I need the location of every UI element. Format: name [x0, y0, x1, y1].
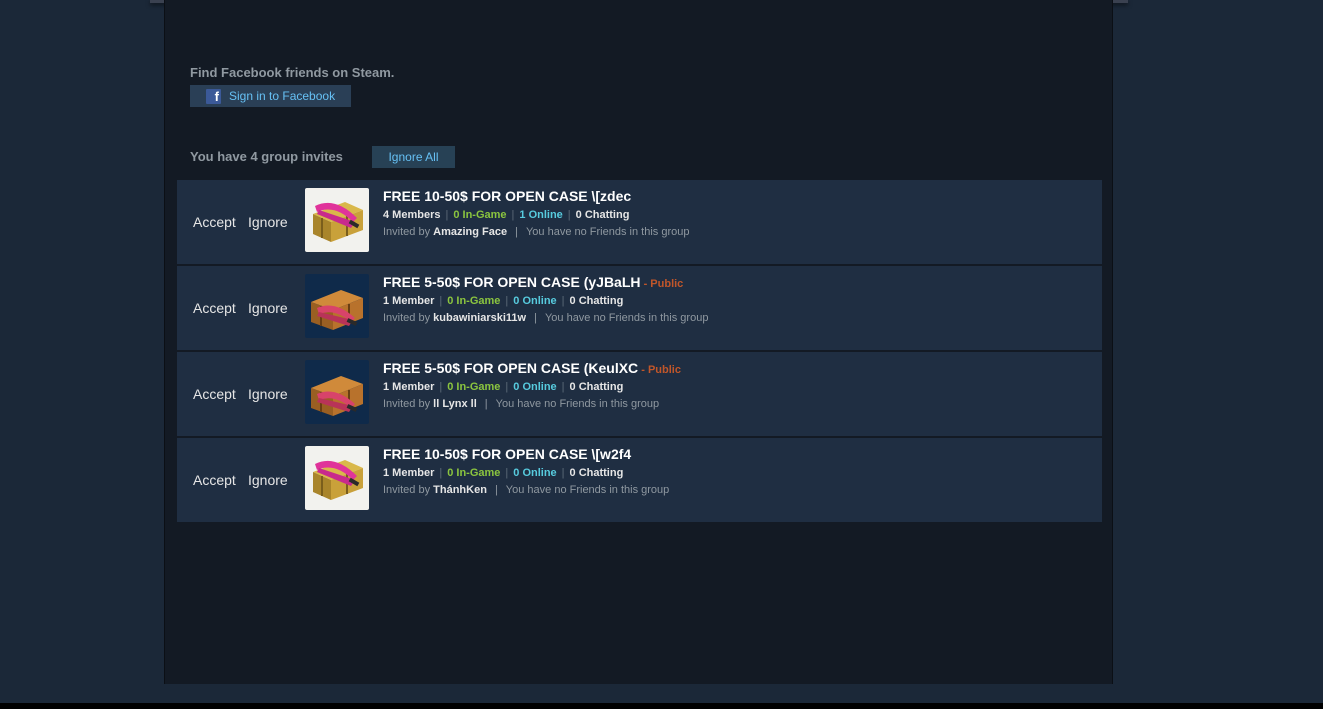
invite-row: Accept Ignore FREE 5-50$ FOR OPEN CASE (… [177, 266, 1102, 350]
group-stats: 1 Member | 0 In-Game | 0 Online | 0 Chatting [383, 381, 624, 393]
online-count: 1 Online [519, 209, 563, 221]
ignore-button[interactable]: Ignore [248, 386, 288, 402]
friends-note: You have no Friends in this group [544, 312, 709, 324]
inviter-name[interactable]: Amazing Face [433, 226, 507, 238]
accept-button[interactable]: Accept [193, 300, 236, 316]
group-avatar-case-icon[interactable] [305, 188, 369, 252]
inviter-name[interactable]: ll Lynx ll [433, 398, 477, 410]
online-count: 0 Online [513, 381, 557, 393]
group-stats: 1 Member | 0 In-Game | 0 Online | 0 Chatting [383, 295, 624, 307]
member-count: 1 Member [383, 381, 435, 393]
in-game-count: 0 In-Game [447, 295, 501, 307]
facebook-sign-in-label: Sign in to Facebook [229, 89, 336, 103]
online-count: 0 Online [513, 467, 557, 479]
group-name[interactable]: FREE 5-50$ FOR OPEN CASE (KeulXC - Publi… [383, 360, 681, 376]
group-name[interactable]: FREE 5-50$ FOR OPEN CASE (yJBaLH - Publi… [383, 274, 683, 290]
group-invites-title: You have 4 group invites [190, 149, 343, 164]
invited-by: Invited by kubawiniarski11w | You have no … [383, 312, 709, 324]
in-game-count: 0 In-Game [447, 467, 501, 479]
invite-row: Accept Ignore FREE 10-50$ FOR OPEN CASE … [177, 180, 1102, 264]
chatting-count: 0 Chatting [569, 295, 624, 307]
ignore-button[interactable]: Ignore [248, 472, 288, 488]
invited-by: Invited by Amazing Face | You have no Frie… [383, 226, 690, 238]
friends-note: You have no Friends in this group [495, 398, 660, 410]
ignore-all-button[interactable]: Ignore All [372, 146, 455, 168]
invite-row: Accept Ignore FREE 5-50$ FOR OPEN CASE (… [177, 352, 1102, 436]
facebook-section-title: Find Facebook friends on Steam. [190, 65, 395, 80]
accept-button[interactable]: Accept [193, 472, 236, 488]
invite-list: Accept Ignore FREE 10-50$ FOR OPEN CASE … [177, 180, 1102, 524]
main-panel: Find Facebook friends on Steam. f Sign i… [164, 0, 1113, 684]
facebook-sign-in-button[interactable]: f Sign in to Facebook [190, 85, 351, 107]
group-name[interactable]: FREE 10-50$ FOR OPEN CASE \[zdec [383, 188, 631, 204]
friends-note: You have no Friends in this group [505, 484, 670, 496]
facebook-icon: f [206, 88, 221, 104]
footer-bar [0, 703, 1323, 709]
ignore-button[interactable]: Ignore [248, 300, 288, 316]
chatting-count: 0 Chatting [569, 467, 624, 479]
public-tag: - Public [640, 278, 684, 290]
chatting-count: 0 Chatting [575, 209, 630, 221]
ignore-button[interactable]: Ignore [248, 214, 288, 230]
group-avatar-case-icon[interactable] [305, 274, 369, 338]
accept-button[interactable]: Accept [193, 214, 236, 230]
inviter-name[interactable]: ThánhKen [433, 484, 487, 496]
group-avatar-case-icon[interactable] [305, 446, 369, 510]
invited-by: Invited by ThánhKen | You have no Friends … [383, 484, 670, 496]
invited-by: Invited by ll Lynx ll | You have no Friend… [383, 398, 660, 410]
member-count: 1 Member [383, 467, 435, 479]
chatting-count: 0 Chatting [569, 381, 624, 393]
inviter-name[interactable]: kubawiniarski11w [433, 312, 526, 324]
online-count: 0 Online [513, 295, 557, 307]
member-count: 4 Members [383, 209, 441, 221]
invite-row: Accept Ignore FREE 10-50$ FOR OPEN CASE … [177, 438, 1102, 522]
in-game-count: 0 In-Game [447, 381, 501, 393]
group-stats: 4 Members | 0 In-Game | 1 Online | 0 Chatting [383, 209, 630, 221]
group-stats: 1 Member | 0 In-Game | 0 Online | 0 Chatting [383, 467, 624, 479]
public-tag: - Public [638, 364, 681, 376]
group-name[interactable]: FREE 10-50$ FOR OPEN CASE \[w2f4 [383, 446, 631, 462]
member-count: 1 Member [383, 295, 435, 307]
group-avatar-case-icon[interactable] [305, 360, 369, 424]
in-game-count: 0 In-Game [453, 209, 507, 221]
accept-button[interactable]: Accept [193, 386, 236, 402]
friends-note: You have no Friends in this group [525, 226, 690, 238]
